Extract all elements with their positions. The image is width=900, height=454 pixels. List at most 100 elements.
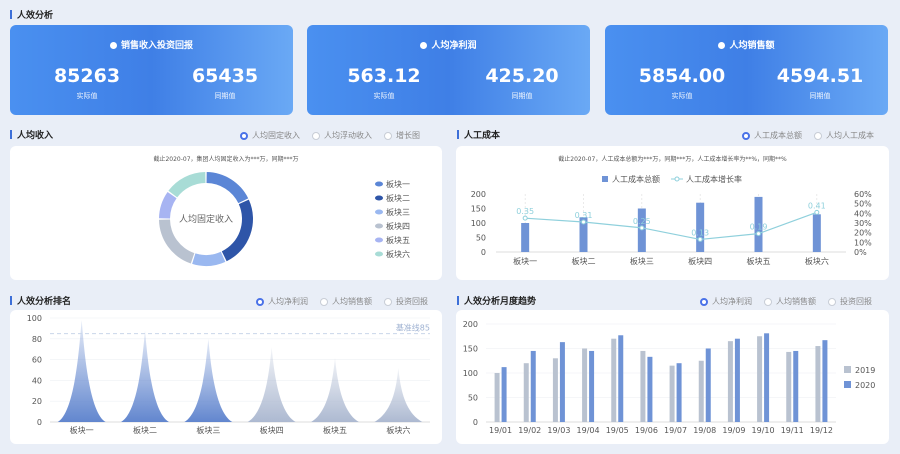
labor-chart: 人工成本总额 人工成本增长率 0 50 100 150 200 0%10%20%30%40%5… — [471, 174, 872, 266]
bar-2020 — [822, 340, 828, 422]
monthly-chart: 0 50 100 150 200 19/01 19/02 19/03 19/04 19/05 19/… — [463, 320, 876, 435]
bar-2019 — [640, 350, 646, 422]
bar-2020 — [764, 333, 770, 422]
y-tick-label: 100 — [463, 369, 478, 378]
section-title-income: 人均收入 — [10, 128, 53, 141]
radio-dot — [384, 131, 392, 140]
rate-label: 0.41 — [808, 201, 826, 210]
kpi-prior-value: 4594.51 — [776, 65, 864, 87]
x-tick-label: 19/07 — [664, 426, 687, 435]
x-tick-label: 19/09 — [722, 426, 745, 435]
radio-labor-per-capita[interactable]: 人均人工成本 — [814, 130, 874, 141]
x-tick-label: 19/08 — [693, 426, 716, 435]
kpi-card-roi: 销售收入投资回报 85263 实际值 65435 同期值 — [10, 25, 293, 115]
radio-label: 人均固定收入 — [252, 131, 300, 140]
y2-tick-label: 40% — [854, 209, 872, 218]
bar — [696, 202, 705, 252]
x-tick-label: 19/05 — [606, 426, 629, 435]
kpi-card-sales: 人均销售额 5854.00 实际值 4594.51 同期值 — [605, 25, 888, 115]
y2-tick-label: 10% — [854, 238, 872, 247]
bar-2020 — [647, 356, 653, 422]
x-tick-label: 19/06 — [635, 426, 658, 435]
ranking-panel: 0 20 40 60 80 100 板块一 板块二 板块三 板块四 板块五 板块六 基准线85 — [10, 310, 442, 444]
rate-point — [697, 236, 703, 242]
kpi-actual-label: 实际值 — [373, 92, 395, 100]
peak — [57, 320, 106, 422]
y-tick-label: 40 — [32, 376, 42, 385]
bar-2020 — [501, 367, 507, 422]
x-tick-label: 板块一 — [513, 256, 537, 266]
radio-sales[interactable]: 人均销售额 — [320, 296, 372, 307]
bar-2020 — [676, 363, 682, 422]
x-tick-label: 板块五 — [747, 256, 771, 266]
radio-growth-chart[interactable]: 增长图 — [384, 130, 420, 141]
labor-panel: 截止2020-07，人工成本总额为***万，同期***万，人工成本增长率为**%… — [456, 146, 889, 280]
kpi-prior-value: 65435 — [191, 65, 259, 87]
kpi-icon — [109, 42, 117, 49]
legend-label: 2020 — [855, 381, 875, 390]
bar-2019 — [727, 341, 733, 422]
donut-center-label: 人均固定收入 — [179, 213, 233, 225]
radio-dot — [384, 297, 392, 306]
radio-label: 人均销售额 — [776, 297, 816, 306]
legend-swatch — [844, 381, 851, 388]
radio-sales[interactable]: 人均销售额 — [764, 296, 816, 307]
bar-2020 — [618, 335, 624, 422]
bar-2020 — [705, 348, 711, 422]
bar-2019 — [494, 373, 500, 422]
kpi-title-text: 销售收入投资回报 — [120, 41, 193, 51]
kpi-actual-label: 实际值 — [671, 92, 693, 100]
bar-2019 — [611, 338, 617, 422]
rate-point — [814, 209, 820, 215]
peak — [121, 330, 169, 422]
bar-2019 — [786, 351, 792, 422]
radio-dot — [312, 131, 320, 140]
radio-roi[interactable]: 投资回报 — [384, 296, 428, 307]
legend-label: 板块三 — [386, 207, 410, 217]
monthly-panel: 0 50 100 150 200 19/01 19/02 19/03 19/04 19/05 19/… — [456, 310, 889, 444]
radio-roi[interactable]: 投资回报 — [828, 296, 872, 307]
kpi-prior-label: 同期值 — [214, 92, 236, 100]
x-tick-label: 板块二 — [572, 256, 596, 266]
x-tick-label: 板块一 — [70, 425, 94, 435]
kpi-prior-label: 同期值 — [511, 92, 533, 100]
kpi-title: 人均销售额 — [605, 38, 888, 51]
radio-fixed-income[interactable]: 人均固定收入 — [240, 130, 300, 141]
kpi-card-net-profit: 人均净利润 563.12 实际值 425.20 同期值 — [307, 25, 590, 115]
kpi-prior-value: 425.20 — [485, 65, 559, 87]
radio-dot — [828, 297, 836, 306]
bar — [521, 223, 530, 252]
radio-dot — [240, 131, 248, 140]
section-title-overview: 人效分析 — [10, 8, 53, 21]
x-tick-label: 19/01 — [489, 426, 512, 435]
kpi-title: 销售收入投资回报 — [10, 38, 293, 51]
y-tick-label: 0 — [473, 418, 478, 427]
rate-label: 0.19 — [750, 223, 768, 232]
peak — [374, 367, 423, 422]
donut-slice — [159, 191, 177, 219]
legend-swatch — [844, 366, 851, 373]
radio-net-profit[interactable]: 人均净利润 — [256, 296, 308, 307]
x-tick-label: 板块六 — [805, 256, 829, 266]
legend-swatch — [602, 176, 608, 182]
kpi-icon — [718, 42, 726, 49]
radio-label: 人均人工成本 — [826, 131, 874, 140]
legend-label: 板块二 — [386, 193, 410, 203]
radio-label: 人均销售额 — [332, 297, 372, 306]
y-tick-label: 20 — [32, 397, 42, 406]
radio-label: 人均净利润 — [712, 297, 752, 306]
legend-swatch — [375, 209, 383, 215]
legend-marker — [674, 176, 680, 182]
donut-slice — [206, 172, 249, 204]
radio-dot — [256, 297, 264, 306]
y-tick-label: 100 — [27, 314, 42, 323]
donut-slice — [192, 251, 226, 266]
radio-net-profit[interactable]: 人均净利润 — [700, 296, 752, 307]
ranking-chart: 0 20 40 60 80 100 板块一 板块二 板块三 板块四 板块五 板块六 基准线85 — [27, 314, 430, 435]
radio-labor-total[interactable]: 人工成本总额 — [742, 130, 802, 141]
legend-label: 板块六 — [386, 249, 410, 259]
radio-floating-income[interactable]: 人均浮动收入 — [312, 130, 372, 141]
rate-label: 0.35 — [516, 207, 534, 216]
x-tick-label: 19/10 — [752, 426, 775, 435]
section-marker — [10, 10, 12, 19]
